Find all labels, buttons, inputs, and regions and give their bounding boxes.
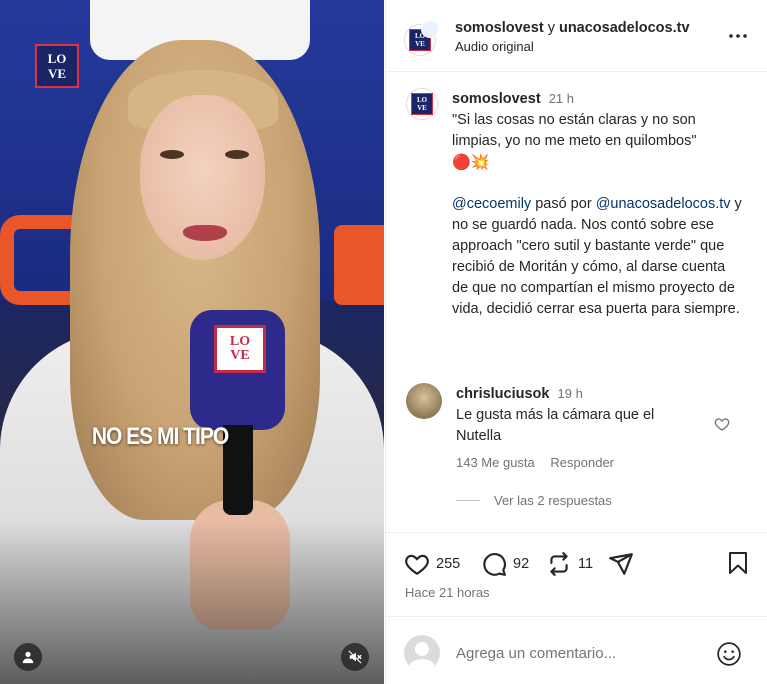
likes-count[interactable]: 255 — [436, 556, 460, 572]
action-bar: 255 92 11 Hace 21 horas — [386, 532, 767, 612]
current-user-avatar[interactable] — [404, 635, 440, 671]
video-bottom-gradient — [0, 520, 384, 684]
caption-username[interactable]: somoslovest — [452, 91, 541, 107]
collaborator-username[interactable]: unacosadelocos.tv — [559, 20, 690, 36]
save-action[interactable] — [726, 551, 750, 575]
send-icon — [609, 553, 633, 575]
brand-logo-text-bottom: VE — [47, 66, 67, 81]
post-timestamp[interactable]: Hace 21 horas — [405, 585, 490, 600]
mic-logo-text-bottom: VE — [230, 348, 250, 363]
heart-outline-icon — [714, 418, 730, 431]
caption-emoji: 🔴💥 — [452, 154, 490, 171]
more-options-button[interactable] — [728, 26, 748, 51]
comment-meta: 143 Me gusta Responder — [456, 455, 614, 470]
add-comment-bar — [386, 616, 767, 684]
view-replies[interactable]: Ver las 2 respuestas — [456, 493, 612, 508]
replies-divider — [456, 500, 480, 501]
caption-body: @cecoemily pasó por @unacosadelocos.tv y… — [452, 194, 742, 320]
share-action[interactable] — [608, 551, 634, 577]
user-icon — [22, 651, 34, 664]
mute-button[interactable] — [341, 643, 369, 671]
comment-action[interactable]: 92 — [481, 551, 529, 577]
heart-icon — [405, 554, 429, 576]
default-avatar-icon — [408, 642, 436, 671]
caption-text: somoslovest 21 h "Si las cosas no están … — [452, 88, 742, 320]
view-replies-label[interactable]: Ver las 2 respuestas — [494, 493, 612, 508]
caption-quote: "Si las cosas no están claras y no son l… — [452, 112, 697, 149]
post-panel: LO VE somoslovest y unacosadelocos.tv Aud… — [385, 0, 767, 684]
bookmark-icon — [729, 552, 747, 574]
reposts-count[interactable]: 11 — [578, 556, 593, 572]
repost-icon — [550, 552, 568, 576]
video-player[interactable]: LO VE LO VE NO ES MI TIPO — [0, 0, 384, 684]
mic-logo-text-top: LO — [229, 334, 251, 349]
comment-bubble-icon — [483, 553, 506, 576]
emoji-icon — [717, 642, 741, 666]
comment-input[interactable] — [456, 641, 716, 665]
more-horizontal-icon — [729, 34, 747, 38]
mention-unacosadelocos[interactable]: @unacosadelocos.tv — [596, 196, 731, 212]
microphone-logo: LO VE — [214, 325, 266, 373]
comment-time[interactable]: 19 h — [558, 386, 583, 401]
header-usernames: somoslovest y unacosadelocos.tv — [455, 20, 690, 36]
header-connector: y — [547, 20, 555, 36]
emoji-button[interactable] — [716, 641, 742, 672]
brand-logo-text-top: LO — [47, 51, 67, 66]
commenter-username[interactable]: chrisluciusok — [456, 386, 549, 402]
background-chair-right — [334, 225, 384, 305]
tagged-users-button[interactable] — [14, 643, 42, 671]
caption-avatar-logo: LO VE — [411, 93, 433, 115]
person-eye-right — [225, 150, 249, 159]
author-username[interactable]: somoslovest — [455, 20, 544, 36]
repost-action[interactable]: 11 — [546, 551, 593, 577]
post-header: LO VE somoslovest y unacosadelocos.tv Aud… — [386, 0, 767, 72]
commenter-avatar[interactable] — [406, 383, 442, 419]
collaborator-avatar[interactable] — [421, 20, 439, 38]
mention-cecoemily[interactable]: @cecoemily — [452, 196, 531, 212]
comment-text: Le gusta más la cámara que el Nutella — [456, 407, 655, 444]
comment-likes-count[interactable]: 143 Me gusta — [456, 455, 535, 470]
person-mouth — [183, 225, 227, 241]
speaker-muted-icon — [348, 650, 362, 664]
caption-time[interactable]: 21 h — [549, 91, 574, 106]
caption-author-avatar[interactable]: LO VE — [406, 88, 438, 120]
caption-body-2: y no se guardó nada. Nos contó sobre ese… — [452, 196, 742, 317]
like-action[interactable]: 255 — [404, 551, 460, 577]
comment-like-button[interactable] — [714, 416, 730, 437]
person-eye-left — [160, 150, 184, 159]
audio-label[interactable]: Audio original — [455, 39, 534, 54]
comment-body: chrisluciusok 19 h Le gusta más la cámar… — [456, 383, 706, 447]
comments-count[interactable]: 92 — [513, 556, 529, 572]
brand-logo: LO VE — [35, 44, 79, 88]
comment-reply-button[interactable]: Responder — [550, 455, 614, 470]
caption-body-1: pasó por — [531, 196, 596, 212]
video-caption: NO ES MI TIPO — [91, 423, 229, 450]
